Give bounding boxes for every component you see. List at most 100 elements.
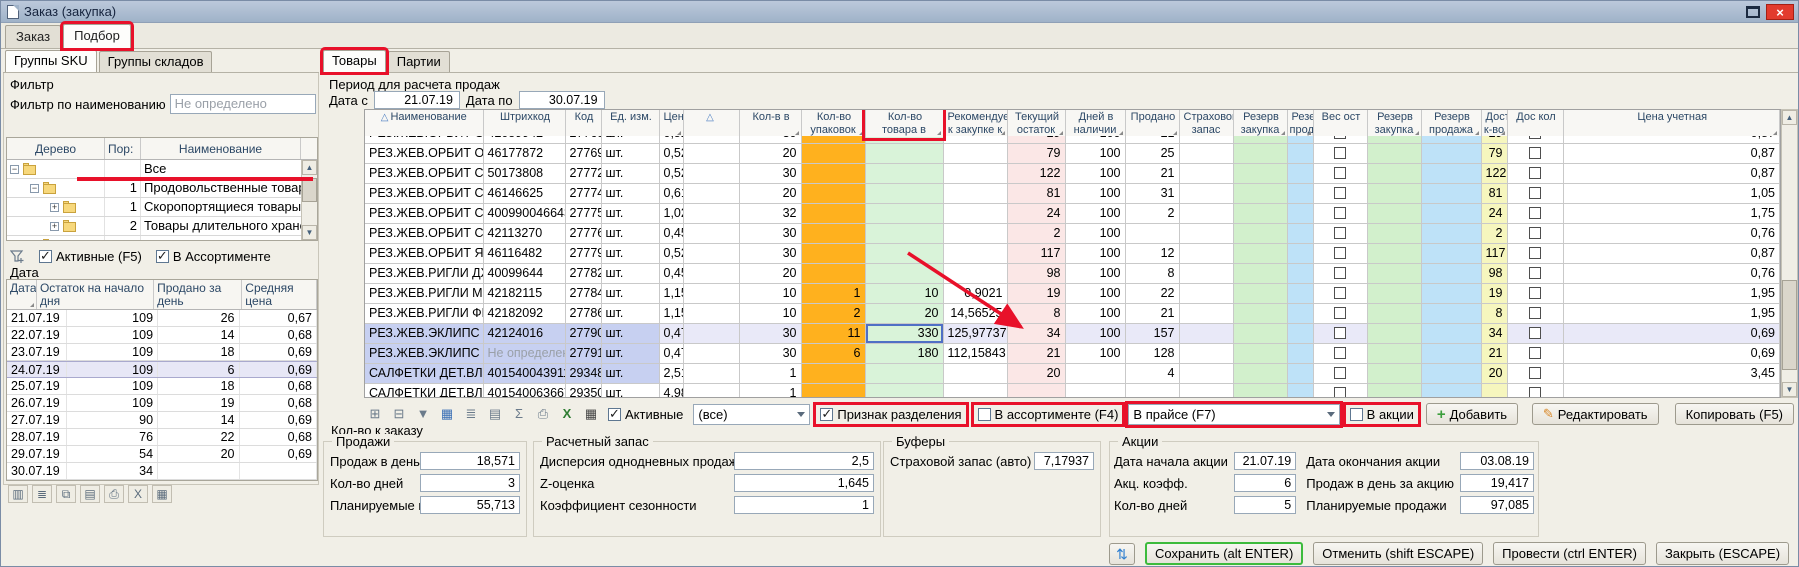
cell-pack-count[interactable] bbox=[801, 163, 865, 183]
cell-reserve-sale[interactable] bbox=[1287, 363, 1313, 383]
cell-unit[interactable]: шт. bbox=[601, 136, 659, 143]
sold-cell[interactable] bbox=[158, 463, 239, 479]
cell-recommended[interactable] bbox=[943, 363, 1007, 383]
goods-row[interactable]: РЕЗ.ЖЕВ.РИГЛИ МЯТНЫЙ РАЗРЯД ... 42182115… bbox=[365, 283, 1780, 303]
stock-cell[interactable]: 109 bbox=[67, 327, 158, 343]
goods-column-header[interactable]: Продано bbox=[1125, 110, 1179, 138]
cell-reserve-purchase[interactable] bbox=[1233, 136, 1287, 143]
cell-reserve-sale2[interactable] bbox=[1421, 163, 1481, 183]
checkbox-icon[interactable] bbox=[1529, 187, 1541, 199]
cell-sold[interactable]: 8 bbox=[1125, 263, 1179, 283]
cell-days-avail[interactable]: 100 bbox=[1065, 143, 1125, 163]
cell-safety-stock[interactable] bbox=[1179, 223, 1233, 243]
cell-safety-stock[interactable] bbox=[1179, 343, 1233, 363]
cell-available[interactable]: 81 bbox=[1481, 183, 1507, 203]
avg-price-cell[interactable]: 0,68 bbox=[240, 429, 318, 445]
cell-price[interactable]: 1,15 bbox=[659, 303, 683, 323]
cell-name[interactable]: РЕЗ.ЖЕВ.РИГЛИ ДЖУСИ ФРУТ 13Г... bbox=[365, 263, 483, 283]
cell-dos-flag[interactable] bbox=[1507, 136, 1563, 143]
date-cell[interactable]: 26.07.19 bbox=[7, 395, 67, 411]
close-button[interactable]: × bbox=[1766, 4, 1794, 20]
goods-row[interactable]: САЛФЕТКИ ДЕТ.ВЛ.ПАМПЕРС БЭБ... 401540043… bbox=[365, 363, 1780, 383]
field-input[interactable]: 18,571 bbox=[420, 452, 520, 470]
cell-reserve-purchase2[interactable] bbox=[1367, 323, 1421, 343]
goods-row[interactable]: РЕЗ.ЖЕВ.ОРБИТ СОЧНЫЙ АРБУЗ 1... 42113270… bbox=[365, 223, 1780, 243]
export-icon[interactable]: ▤ bbox=[80, 485, 100, 503]
date-row[interactable]: 23.07.19 109 18 0,69 bbox=[7, 344, 317, 361]
cell-safety-stock[interactable] bbox=[1179, 136, 1233, 143]
cell-reserve-purchase[interactable] bbox=[1233, 163, 1287, 183]
date-row[interactable]: 25.07.19 109 18 0,68 bbox=[7, 378, 317, 395]
cell-name[interactable]: РЕЗ.ЖЕВ.ЭКЛИПС ЛЕСНЫЕ ЯГОДЫ... bbox=[365, 343, 483, 363]
cell-accounting-price[interactable] bbox=[1563, 383, 1780, 397]
expand-toggle-icon[interactable]: + bbox=[50, 222, 59, 231]
goods-column-header[interactable]: Ед. изм. bbox=[601, 110, 659, 138]
checkbox-icon[interactable] bbox=[39, 250, 52, 263]
cell-reserve-purchase[interactable] bbox=[1233, 383, 1287, 397]
goods-row[interactable]: РЕЗ.ЖЕВ.ЭКЛИПС ЛЕСНЫЕ ЯГОДЫ... Не опреде… bbox=[365, 343, 1780, 363]
checkbox-icon[interactable] bbox=[608, 408, 621, 421]
sum-icon[interactable]: Σ bbox=[508, 404, 530, 424]
cell-accounting-price[interactable]: 0,76 bbox=[1563, 223, 1780, 243]
cell-sold[interactable]: 21 bbox=[1125, 163, 1179, 183]
checkbox-icon[interactable] bbox=[1334, 187, 1346, 199]
cell-pack-count[interactable]: 6 bbox=[801, 343, 865, 363]
goods-row[interactable]: РЕЗ.ЖЕВ.ОРБИТ СЛАДКАЯ МЯТА ... 400990046… bbox=[365, 203, 1780, 223]
goods-column-header[interactable]: Страховой запас bbox=[1179, 110, 1233, 138]
cell-name[interactable]: РЕЗ.ЖЕВ.ОРБИТ ОСВЕЖАЮЩИЙ МЯ... bbox=[365, 136, 483, 143]
cell-recommended[interactable] bbox=[943, 143, 1007, 163]
date-row[interactable]: 27.07.19 90 14 0,69 bbox=[7, 412, 317, 429]
numbered-list-icon[interactable]: ≣ bbox=[460, 404, 482, 424]
cell-safety-stock[interactable] bbox=[1179, 283, 1233, 303]
totals-icon[interactable]: ▤ bbox=[484, 404, 506, 424]
cell-name[interactable]: РЕЗ.ЖЕВ.ЭКЛИПС ЛЕДЯНАЯ ВИШН... bbox=[365, 323, 483, 343]
sold-cell[interactable]: 18 bbox=[158, 378, 239, 394]
cell-recommended[interactable] bbox=[943, 243, 1007, 263]
cell-reserve-purchase[interactable] bbox=[1233, 343, 1287, 363]
cell-sold[interactable]: 2 bbox=[1125, 203, 1179, 223]
tree-row[interactable]: − 1 Продовольственные товары bbox=[7, 179, 317, 198]
checkbox-icon[interactable] bbox=[1334, 136, 1346, 139]
cell-price[interactable]: 0,61 bbox=[659, 183, 683, 203]
cell-goods-count[interactable] bbox=[865, 163, 943, 183]
date-row[interactable]: 22.07.19 109 14 0,68 bbox=[7, 327, 317, 344]
cell-available[interactable] bbox=[1481, 383, 1507, 397]
cell-weight-flag[interactable] bbox=[1313, 223, 1367, 243]
refresh-button[interactable]: ⇅ bbox=[1109, 543, 1135, 565]
cell-days-avail[interactable] bbox=[1065, 363, 1125, 383]
cell-barcode[interactable]: 42182092 bbox=[483, 303, 565, 323]
goods-column-header[interactable]: Рекомендуе к закупке к bbox=[943, 110, 1007, 138]
cell-goods-count[interactable] bbox=[865, 143, 943, 163]
cell-code[interactable]: 29348 bbox=[565, 363, 601, 383]
checkbox-icon[interactable] bbox=[1529, 367, 1541, 379]
avg-price-cell[interactable]: 0,67 bbox=[240, 310, 318, 326]
cell-reserve-purchase[interactable] bbox=[1233, 183, 1287, 203]
cell-reserve-sale2[interactable] bbox=[1421, 303, 1481, 323]
avg-price-cell[interactable]: 0,68 bbox=[240, 378, 318, 394]
cell-reserve-sale[interactable] bbox=[1287, 243, 1313, 263]
cell-current-stock[interactable]: 24 bbox=[1007, 203, 1065, 223]
scroll-up-icon[interactable]: ▲ bbox=[302, 160, 317, 175]
cell-accounting-price[interactable]: 0,87 bbox=[1563, 136, 1780, 143]
cell-current-stock[interactable]: 81 bbox=[1007, 183, 1065, 203]
cell-reserve-sale2[interactable] bbox=[1421, 363, 1481, 383]
avg-price-cell[interactable]: 0,68 bbox=[240, 327, 318, 343]
tree-row[interactable]: + 1 Скоропортящиеся товары bbox=[7, 198, 317, 217]
cell-reserve-purchase2[interactable] bbox=[1367, 143, 1421, 163]
cell-accounting-price[interactable]: 0,69 bbox=[1563, 343, 1780, 363]
cell-qty-in-pack[interactable]: 10 bbox=[739, 283, 801, 303]
cell-price[interactable]: 0,52 bbox=[659, 143, 683, 163]
cell-current-stock[interactable]: 122 bbox=[1007, 163, 1065, 183]
avg-price-cell[interactable]: 0,69 bbox=[240, 344, 318, 360]
cell-qty-in-pack[interactable]: 30 bbox=[739, 343, 801, 363]
cell-qty-in-pack[interactable]: 1 bbox=[739, 383, 801, 397]
checkbox-icon[interactable] bbox=[1334, 367, 1346, 379]
field-input[interactable]: 21.07.19 bbox=[1234, 452, 1296, 470]
cell-reserve-sale[interactable] bbox=[1287, 183, 1313, 203]
grid-settings-icon[interactable]: ▦ bbox=[152, 485, 172, 503]
checkbox-icon[interactable] bbox=[1529, 147, 1541, 159]
cell-dos-flag[interactable] bbox=[1507, 143, 1563, 163]
cell-weight-flag[interactable] bbox=[1313, 136, 1367, 143]
cell-accounting-price[interactable]: 1,95 bbox=[1563, 303, 1780, 323]
cell-reserve-sale2[interactable] bbox=[1421, 183, 1481, 203]
